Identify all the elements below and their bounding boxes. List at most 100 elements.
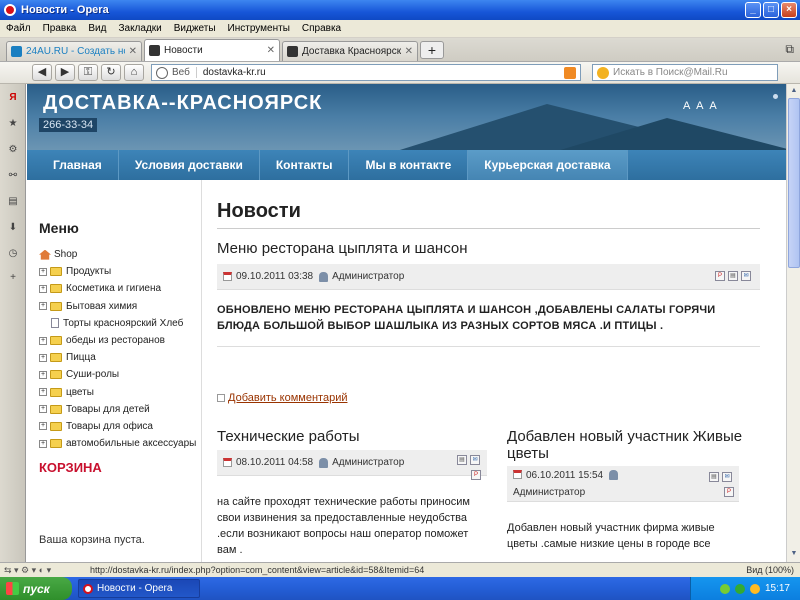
expand-icon[interactable]: + xyxy=(39,353,47,362)
clock[interactable]: 15:17 xyxy=(765,583,790,594)
nav-courier-delivery[interactable]: Курьерская доставка xyxy=(468,150,628,180)
tab-close-icon[interactable]: ✕ xyxy=(267,45,275,56)
zoom-level[interactable]: Вид (100%) xyxy=(730,565,800,575)
tree-item[interactable]: + Пицца xyxy=(39,349,199,366)
menu-help[interactable]: Справка xyxy=(296,23,347,34)
print-icon[interactable]: ▤ xyxy=(728,271,738,281)
nav-home[interactable]: Главная xyxy=(27,150,119,180)
tab-close-icon[interactable]: ✕ xyxy=(129,46,137,57)
history-icon[interactable]: ◷ xyxy=(7,248,19,260)
bookmarks-icon[interactable]: ★ xyxy=(7,118,19,130)
windows-flag-icon xyxy=(6,582,19,595)
address-url[interactable]: dostavka-kr.ru xyxy=(197,67,564,78)
article-author: Администратор xyxy=(513,487,586,498)
print-icon[interactable]: ▤ xyxy=(709,472,719,482)
scroll-up-icon[interactable]: ▲ xyxy=(788,85,800,97)
article-title[interactable]: Технические работы xyxy=(217,428,360,445)
tray-icon[interactable] xyxy=(719,583,730,594)
expand-icon[interactable]: + xyxy=(39,405,47,414)
nav-contacts[interactable]: Контакты xyxy=(260,150,350,180)
left-column: Меню Shop + Продукты + Косметика и гигиена… xyxy=(27,180,202,562)
tree-item[interactable]: + Суши-ролы xyxy=(39,366,199,383)
back-button[interactable]: ◀ xyxy=(32,64,52,81)
site-title[interactable]: ДОСТАВКА--КРАСНОЯРСК xyxy=(43,92,322,115)
add-panel-icon[interactable]: + xyxy=(7,272,19,284)
pdf-icon[interactable]: P xyxy=(471,470,481,480)
email-icon[interactable]: ✉ xyxy=(722,472,732,482)
expand-icon[interactable]: + xyxy=(39,370,47,379)
tree-item[interactable]: Торты красноярский Хлеб xyxy=(39,315,199,332)
tree-item-shop[interactable]: Shop xyxy=(39,246,199,263)
expand-icon[interactable]: + xyxy=(39,336,47,345)
menu-view[interactable]: Вид xyxy=(82,23,112,34)
start-button[interactable]: пуск xyxy=(0,577,72,600)
expand-icon[interactable]: + xyxy=(39,267,47,276)
taskbar-opera-task[interactable]: Новости - Opera xyxy=(78,579,200,598)
tab-news[interactable]: Новости ✕ xyxy=(144,39,280,61)
page-scrollbar[interactable]: ▲ ▼ xyxy=(786,84,800,562)
close-window-button[interactable]: × xyxy=(781,2,797,18)
scrollbar-thumb[interactable] xyxy=(788,98,800,268)
article-actions: P xyxy=(471,470,481,480)
nav-delivery-terms[interactable]: Условия доставки xyxy=(119,150,260,180)
start-label: пуск xyxy=(23,581,50,596)
tab-24au[interactable]: 24AU.RU - Создать нов... ✕ xyxy=(6,41,142,61)
pdf-icon[interactable]: P xyxy=(724,487,734,497)
scroll-down-icon[interactable]: ▼ xyxy=(788,548,800,560)
user-icon xyxy=(319,457,329,468)
notes-icon[interactable]: ▤ xyxy=(7,196,19,208)
expand-icon[interactable]: + xyxy=(39,284,47,293)
reload-button[interactable]: ↻ xyxy=(101,64,121,81)
menu-widgets[interactable]: Виджеты xyxy=(168,23,222,34)
expand-icon[interactable]: + xyxy=(39,439,47,448)
tray-icon[interactable] xyxy=(749,583,760,594)
widgets-icon[interactable]: ⚙ xyxy=(7,144,19,156)
tree-item[interactable]: + обеды из ресторанов xyxy=(39,332,199,349)
tray-icon[interactable] xyxy=(734,583,745,594)
downloads-icon[interactable]: ⬇ xyxy=(7,222,19,234)
email-icon[interactable]: ✉ xyxy=(470,455,480,465)
menu-tools[interactable]: Инструменты xyxy=(222,23,296,34)
tree-item[interactable]: + Косметика и гигиена xyxy=(39,280,199,297)
article-title[interactable]: Добавлен новый участник Живые цветы xyxy=(507,428,757,462)
tab-menu-icon[interactable]: ⧉ xyxy=(785,42,794,57)
tree-item[interactable]: + автомобильные аксессуары xyxy=(39,435,199,452)
new-tab-button[interactable]: + xyxy=(420,41,444,59)
tab-favicon-icon xyxy=(149,45,160,56)
tree-item[interactable]: + Бытовая химия xyxy=(39,298,199,315)
forward-button[interactable]: ▶ xyxy=(55,64,75,81)
task-label: Новости - Opera xyxy=(97,583,173,594)
article-body: Добавлен новый участник фирма живые цвет… xyxy=(507,522,715,550)
menu-edit[interactable]: Правка xyxy=(37,23,83,34)
minimize-button[interactable]: _ xyxy=(745,2,761,18)
rss-icon[interactable] xyxy=(564,66,576,79)
address-field[interactable]: Веб dostavka-kr.ru xyxy=(151,64,581,81)
menu-file[interactable]: Файл xyxy=(0,23,37,34)
tree-item[interactable]: + цветы xyxy=(39,384,199,401)
expand-icon[interactable]: + xyxy=(39,422,47,431)
article-title[interactable]: Меню ресторана цыплята и шансон xyxy=(217,240,468,257)
tree-item[interactable]: + Товары для детей xyxy=(39,401,199,418)
font-size-buttons[interactable]: A A A xyxy=(683,100,719,112)
tree-item[interactable]: + Товары для офиса xyxy=(39,418,199,435)
maximize-button[interactable]: □ xyxy=(763,2,779,18)
tab-dostavka[interactable]: Доставка Красноярск -... ✕ xyxy=(282,41,418,61)
expand-icon[interactable]: + xyxy=(39,302,47,311)
folder-icon xyxy=(50,267,62,277)
pdf-icon[interactable]: P xyxy=(715,271,725,281)
search-field[interactable]: Искать в Поиск@Mail.Ru xyxy=(592,64,778,81)
print-icon[interactable]: ▤ xyxy=(457,455,467,465)
links-icon[interactable]: ⚯ xyxy=(7,170,19,182)
search-engine-icon[interactable] xyxy=(597,66,609,79)
tree-item[interactable]: + Продукты xyxy=(39,263,199,280)
wand-button[interactable]: ⚿ xyxy=(78,64,98,81)
status-tools-icon[interactable]: ⇆ ▾ ⚙ ▾ ◐ ▾ xyxy=(0,565,90,576)
add-comment-link[interactable]: Добавить комментарий xyxy=(217,392,347,404)
tab-close-icon[interactable]: ✕ xyxy=(405,46,413,57)
expand-icon[interactable]: + xyxy=(39,388,47,397)
nav-vkontakte[interactable]: Мы в контакте xyxy=(349,150,469,180)
yandex-icon[interactable]: Я xyxy=(7,92,19,104)
home-button[interactable]: ⌂ xyxy=(124,64,144,81)
menu-bookmarks[interactable]: Закладки xyxy=(112,23,167,34)
email-icon[interactable]: ✉ xyxy=(741,271,751,281)
